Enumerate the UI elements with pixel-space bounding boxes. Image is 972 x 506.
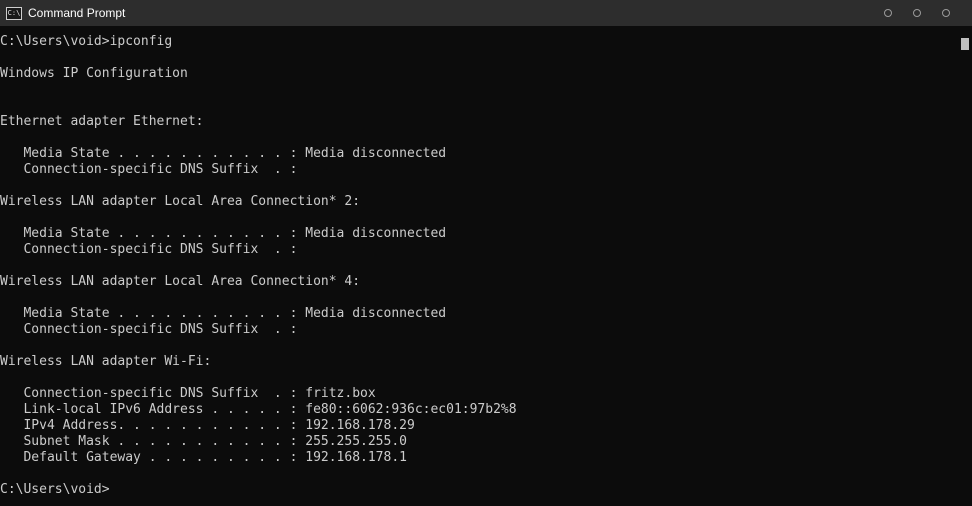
title-bar[interactable]: C:\ Command Prompt	[0, 0, 972, 26]
console-line: Connection-specific DNS Suffix . :	[0, 162, 298, 177]
console-line: Connection-specific DNS Suffix . :	[0, 242, 298, 257]
command-prompt-window: C:\ Command Prompt C:\Users\void>ipconfi…	[0, 0, 972, 506]
console-line: Windows IP Configuration	[0, 66, 188, 81]
console-line: Connection-specific DNS Suffix . : fritz…	[0, 386, 376, 401]
minimize-icon[interactable]	[884, 9, 892, 17]
console-line: Link-local IPv6 Address . . . . . : fe80…	[0, 402, 517, 417]
console-line: Ethernet adapter Ethernet:	[0, 114, 204, 129]
vertical-scrollbar[interactable]	[958, 26, 972, 506]
console-line: C:\Users\void>ipconfig	[0, 34, 173, 49]
scrollbar-thumb[interactable]	[961, 38, 969, 50]
window-title: Command Prompt	[28, 6, 126, 20]
console-line: Subnet Mask . . . . . . . . . . . : 255.…	[0, 434, 407, 449]
console-line: Wireless LAN adapter Local Area Connecti…	[0, 194, 361, 209]
console-line: Media State . . . . . . . . . . . : Medi…	[0, 226, 447, 241]
console-window-icon[interactable]: C:\	[6, 6, 22, 20]
console-line: C:\Users\void>	[0, 482, 110, 497]
console-line: Connection-specific DNS Suffix . :	[0, 322, 298, 337]
close-icon[interactable]	[942, 9, 950, 17]
console-output[interactable]: C:\Users\void>ipconfig Windows IP Configu…	[0, 34, 958, 506]
console-line: Media State . . . . . . . . . . . : Medi…	[0, 146, 447, 161]
console-line: IPv4 Address. . . . . . . . . . . : 192.…	[0, 418, 415, 433]
maximize-icon[interactable]	[913, 9, 921, 17]
console-line: Wireless LAN adapter Wi-Fi:	[0, 354, 212, 369]
console-line: Wireless LAN adapter Local Area Connecti…	[0, 274, 361, 289]
window-controls	[863, 0, 950, 26]
console-line: Media State . . . . . . . . . . . : Medi…	[0, 306, 447, 321]
console-line: Default Gateway . . . . . . . . . : 192.…	[0, 450, 407, 465]
